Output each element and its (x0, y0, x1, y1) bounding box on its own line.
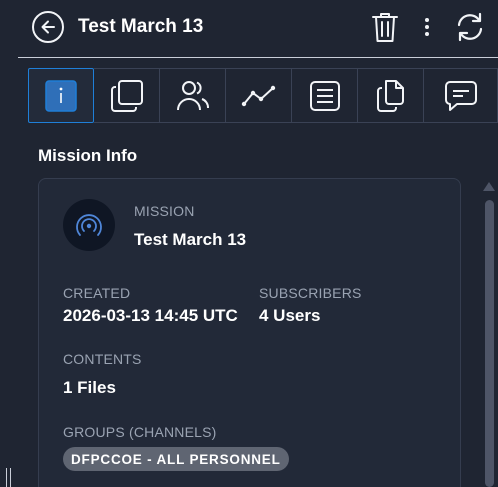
arrow-left-icon (41, 20, 55, 34)
copy-layers-icon (110, 79, 143, 112)
line-chart-icon (241, 85, 275, 106)
resize-handle[interactable] (6, 468, 11, 487)
list-icon (309, 80, 340, 111)
scrollbar-thumb[interactable] (485, 200, 494, 487)
groups-label: GROUPS (CHANNELS) (63, 424, 217, 440)
more-options-button[interactable] (420, 10, 434, 44)
group-chip[interactable]: DFPCCOE - ALL PERSONNEL (63, 447, 289, 471)
tab-files[interactable] (358, 68, 424, 123)
created-label: CREATED (63, 285, 131, 301)
mission-label: MISSION (134, 203, 195, 219)
tab-info[interactable] (28, 68, 94, 123)
contents-label: CONTENTS (63, 351, 142, 367)
users-icon (176, 80, 209, 110)
tab-bar (28, 68, 498, 123)
header: Test March 13 (18, 0, 498, 58)
mission-info-card: MISSION Test March 13 CREATED 2026-03-13… (38, 178, 461, 487)
mission-avatar (63, 199, 115, 251)
tab-list[interactable] (292, 68, 358, 123)
info-icon (45, 79, 77, 112)
created-value: 2026-03-13 14:45 UTC (63, 306, 238, 325)
contents-value: 1 Files (63, 378, 116, 397)
page-title: Test March 13 (78, 16, 204, 37)
scroll-up-arrow[interactable] (483, 182, 495, 191)
mission-name: Test March 13 (134, 230, 247, 249)
broadcast-icon (76, 214, 102, 236)
tab-chat[interactable] (424, 68, 498, 123)
tab-activity[interactable] (226, 68, 292, 123)
delete-button[interactable] (370, 10, 400, 44)
mission-info-panel: Test March 13 Mission Info MISSION Test … (0, 0, 498, 487)
refresh-button[interactable] (452, 10, 488, 44)
subscribers-label: SUBSCRIBERS (259, 285, 362, 301)
files-icon (376, 79, 404, 112)
subscribers-value: 4 Users (259, 306, 321, 325)
section-title: Mission Info (38, 146, 138, 165)
refresh-icon (457, 12, 483, 42)
kebab-menu-icon (425, 18, 429, 36)
back-button[interactable] (32, 11, 64, 43)
trash-icon (372, 13, 398, 42)
tab-subscribers[interactable] (160, 68, 226, 123)
tab-layers[interactable] (94, 68, 160, 123)
chat-icon (444, 80, 477, 111)
